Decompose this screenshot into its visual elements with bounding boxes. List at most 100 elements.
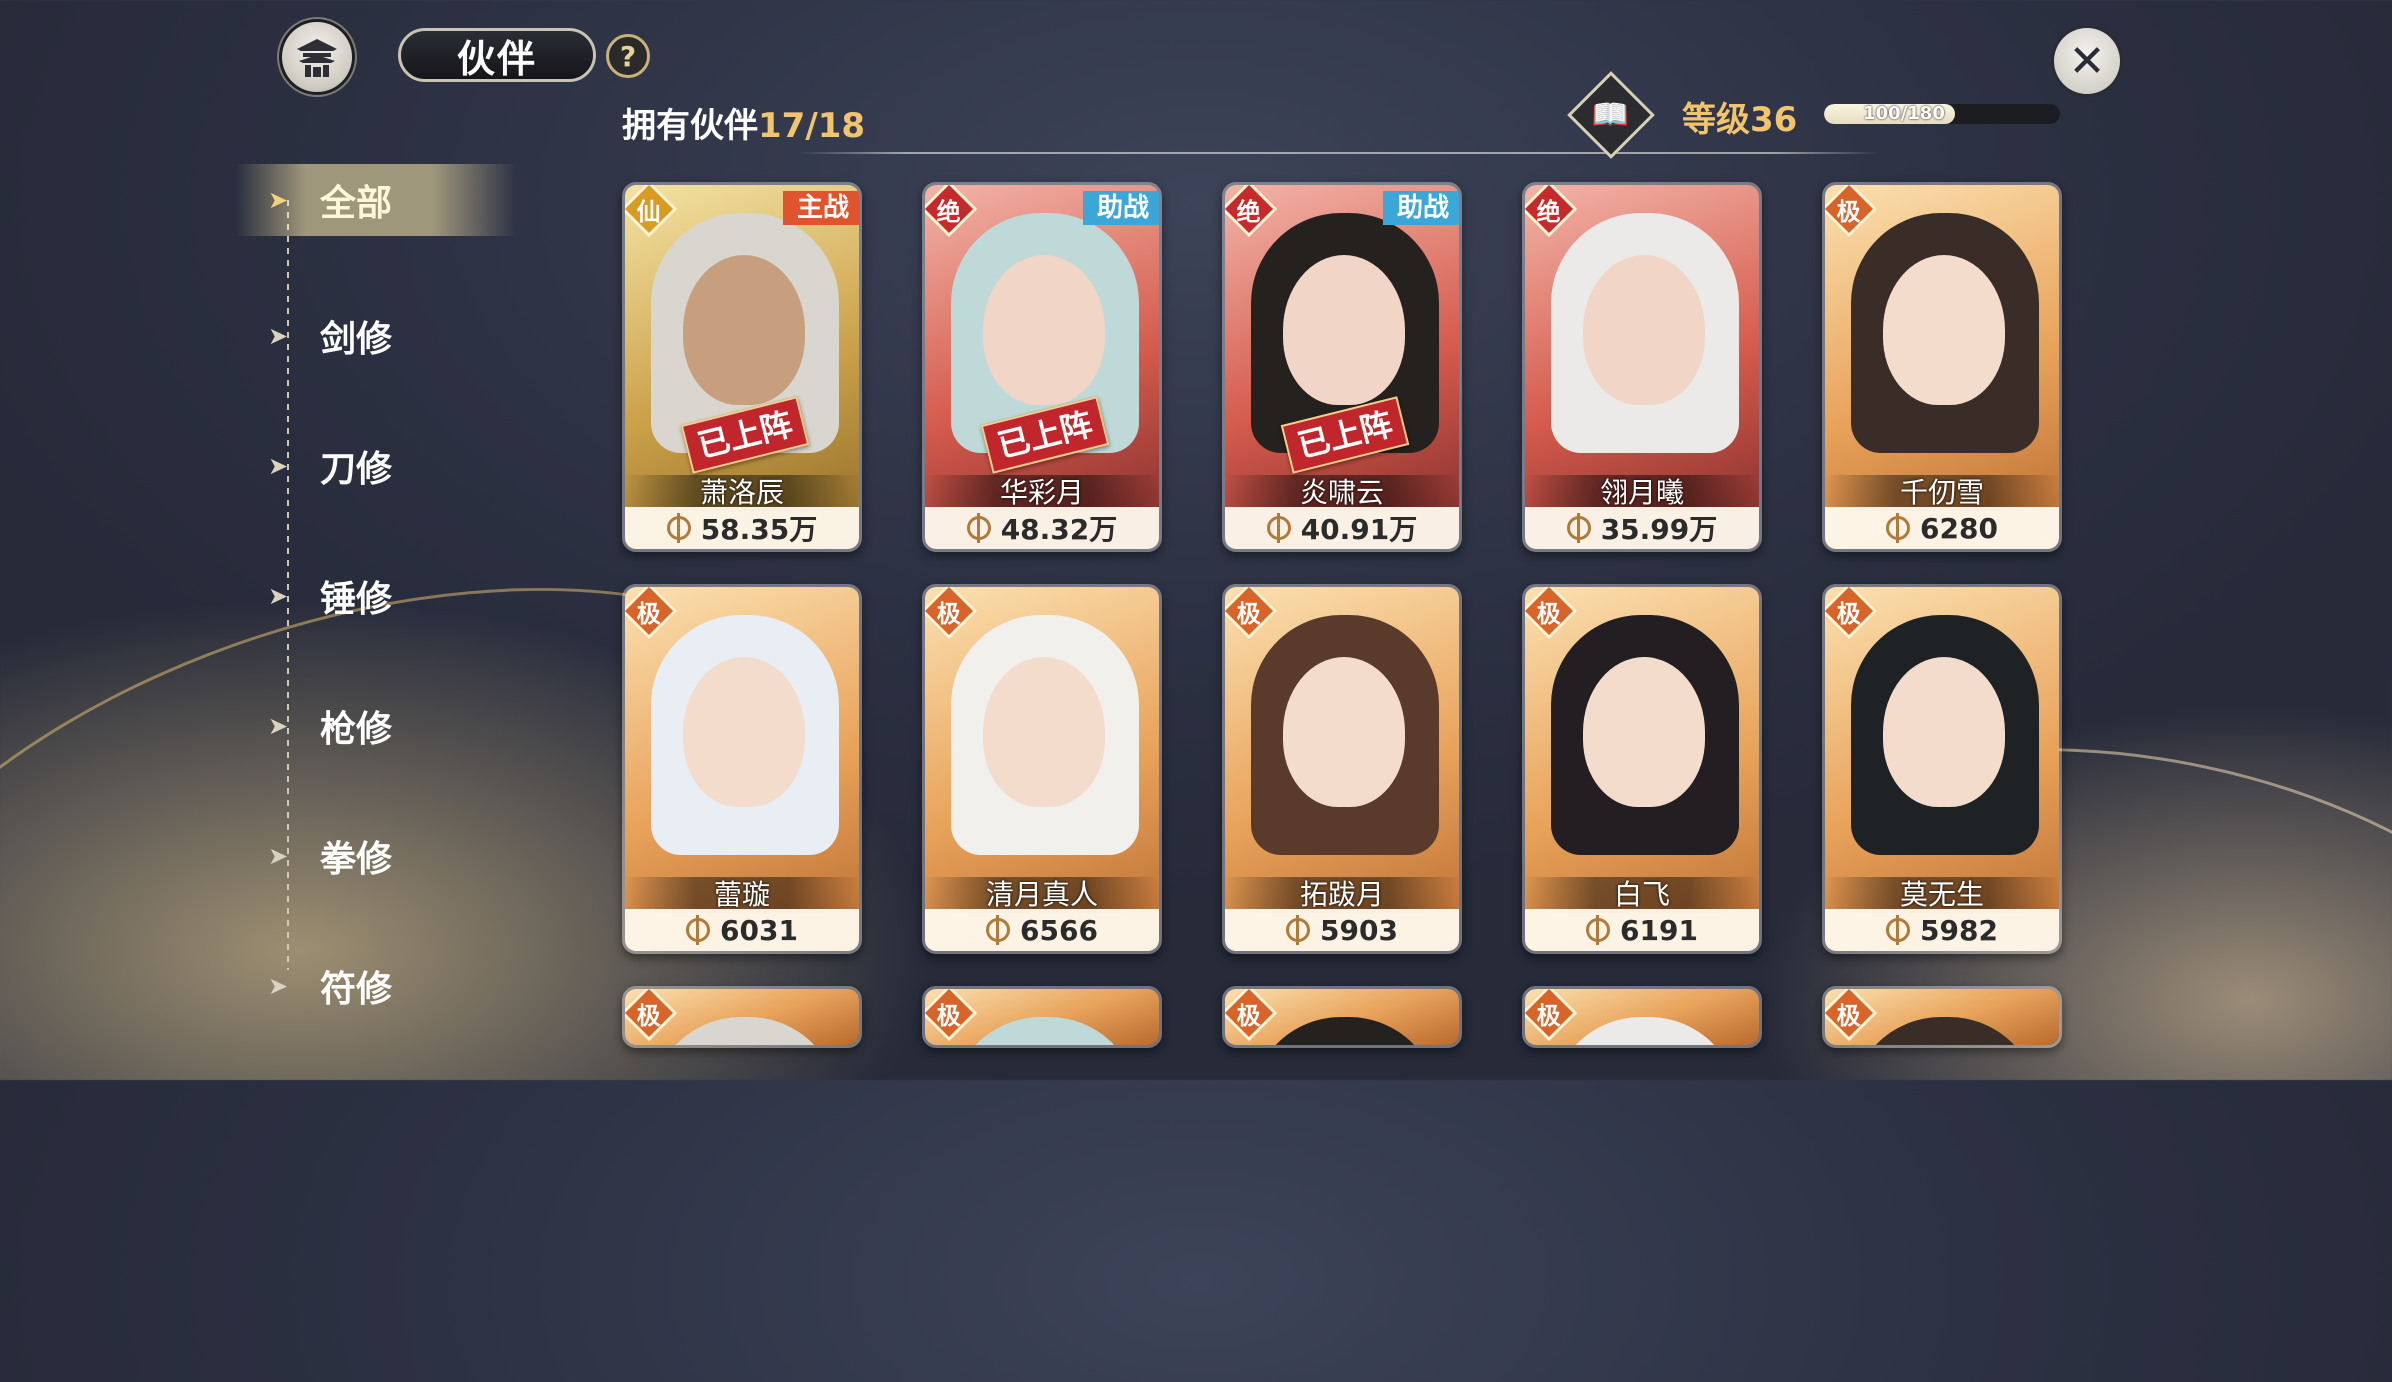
role-tag: 助战 xyxy=(1382,191,1459,225)
header-divider xyxy=(798,152,1880,154)
sidebar-item[interactable]: ➤ 符修 xyxy=(268,956,392,1016)
partner-power: 5982 xyxy=(1825,909,2059,951)
pavilion-icon xyxy=(297,39,337,77)
power-icon xyxy=(1886,513,1911,543)
page-title: 伙伴 xyxy=(398,28,596,82)
power-value: 58.35万 xyxy=(700,513,818,546)
partner-card[interactable]: 极清月真人 6566 xyxy=(922,584,1162,954)
portrait-face xyxy=(683,255,805,405)
portrait-hair xyxy=(651,1017,839,1045)
sidebar-item-label: 锤修 xyxy=(320,579,393,620)
sidebar-item[interactable]: ➤ 锤修 xyxy=(268,566,392,626)
power-icon xyxy=(666,513,691,543)
portrait-face xyxy=(1883,255,2005,405)
arrow-icon: ➤ xyxy=(268,582,289,610)
arrow-icon: ➤ xyxy=(268,712,289,740)
partner-card[interactable]: 极莫无生 5982 xyxy=(1822,584,2062,954)
partner-card[interactable]: 仙主战 已上阵 萧洛辰 58.35万 xyxy=(622,182,862,552)
partner-name: 清月真人 xyxy=(925,877,1159,913)
portrait-face xyxy=(683,657,805,807)
power-value: 5903 xyxy=(1320,913,1398,947)
partner-name: 千仞雪 xyxy=(1825,475,2059,511)
portrait-face xyxy=(983,255,1105,405)
arrow-icon: ➤ xyxy=(268,322,289,350)
portrait-face xyxy=(1283,255,1405,405)
xp-bar: 100/180 xyxy=(1824,104,2060,124)
rank-label: 极 xyxy=(937,599,961,628)
close-button[interactable]: ✕ xyxy=(2054,28,2120,94)
help-button[interactable]: ? xyxy=(606,34,650,78)
sidebar-item-label: 符修 xyxy=(320,969,393,1010)
codex-button[interactable]: 📖 xyxy=(1567,71,1655,159)
partner-power: 40.91万 xyxy=(1225,507,1459,549)
power-value: 6566 xyxy=(1020,913,1098,947)
rank-label: 极 xyxy=(637,1001,661,1030)
portrait-face xyxy=(1883,657,2005,807)
power-icon xyxy=(1286,915,1311,945)
rank-label: 极 xyxy=(637,599,661,628)
sidebar-item-label: 剑修 xyxy=(320,319,393,360)
arrow-icon: ➤ xyxy=(268,842,289,870)
rank-label: 极 xyxy=(1837,197,1861,226)
portrait-hair xyxy=(1851,1017,2039,1045)
partner-card[interactable]: 极 xyxy=(922,986,1162,1048)
partner-card[interactable]: 极 xyxy=(1222,986,1462,1048)
sidebar-item[interactable]: ➤ 拳修 xyxy=(268,826,392,886)
power-icon xyxy=(1266,513,1291,543)
sidebar-item[interactable]: ➤ 枪修 xyxy=(268,696,392,756)
rank-label: 仙 xyxy=(637,197,661,226)
power-value: 48.32万 xyxy=(1000,513,1118,546)
partner-power: 5903 xyxy=(1225,909,1459,951)
portrait-face xyxy=(983,657,1105,807)
sidebar-item[interactable]: ➤ 剑修 xyxy=(268,306,392,366)
book-icon: 📖 xyxy=(1592,97,1630,133)
partner-power: 6031 xyxy=(625,909,859,951)
partner-power: 6280 xyxy=(1825,507,2059,549)
partner-card[interactable]: 绝翎月曦 35.99万 xyxy=(1522,182,1762,552)
partner-name: 萧洛辰 xyxy=(625,475,859,511)
partner-card[interactable]: 极千仞雪 6280 xyxy=(1822,182,2062,552)
rank-label: 极 xyxy=(1237,599,1261,628)
home-button[interactable] xyxy=(282,22,352,92)
partner-name: 白飞 xyxy=(1525,877,1759,913)
partner-name: 蕾璇 xyxy=(625,877,859,913)
partner-power: 6566 xyxy=(925,909,1159,951)
portrait-hair xyxy=(951,1017,1139,1045)
portrait-face xyxy=(1283,657,1405,807)
power-icon xyxy=(1886,915,1911,945)
partner-card[interactable]: 极 xyxy=(622,986,862,1048)
power-value: 6191 xyxy=(1620,913,1698,947)
sidebar-item[interactable]: ➤ 刀修 xyxy=(268,436,392,496)
partner-card[interactable]: 极蕾璇 6031 xyxy=(622,584,862,954)
power-icon xyxy=(1566,513,1591,543)
sidebar-item-label: 枪修 xyxy=(320,709,393,750)
rank-label: 极 xyxy=(1837,599,1861,628)
partner-card[interactable]: 极拓跋月 5903 xyxy=(1222,584,1462,954)
portrait-face xyxy=(1583,255,1705,405)
rank-label: 极 xyxy=(937,1001,961,1030)
role-tag: 助战 xyxy=(1082,191,1159,225)
partner-card[interactable]: 极 xyxy=(1822,986,2062,1048)
partner-card[interactable]: 极白飞 6191 xyxy=(1522,584,1762,954)
portrait-hair xyxy=(1251,1017,1439,1045)
close-icon: ✕ xyxy=(2068,35,2106,87)
power-value: 5982 xyxy=(1920,913,1998,947)
partner-name: 华彩月 xyxy=(925,475,1159,511)
partner-card[interactable]: 绝助战 已上阵 炎啸云 40.91万 xyxy=(1222,182,1462,552)
rank-label: 极 xyxy=(1237,1001,1261,1030)
power-value: 6031 xyxy=(720,913,798,947)
rank-label: 极 xyxy=(1537,1001,1561,1030)
partner-power: 58.35万 xyxy=(625,507,859,549)
partner-name: 炎啸云 xyxy=(1225,475,1459,511)
partner-card[interactable]: 极 xyxy=(1522,986,1762,1048)
portrait-face xyxy=(1583,657,1705,807)
partner-power: 6191 xyxy=(1525,909,1759,951)
rank-label: 绝 xyxy=(937,197,961,226)
arrow-icon: ➤ xyxy=(268,452,289,480)
sidebar-item[interactable]: ➤ 全部 xyxy=(236,164,516,236)
power-icon xyxy=(1586,915,1611,945)
partner-name: 翎月曦 xyxy=(1525,475,1759,511)
power-icon xyxy=(986,915,1011,945)
power-icon xyxy=(686,915,711,945)
partner-card[interactable]: 绝助战 已上阵 华彩月 48.32万 xyxy=(922,182,1162,552)
